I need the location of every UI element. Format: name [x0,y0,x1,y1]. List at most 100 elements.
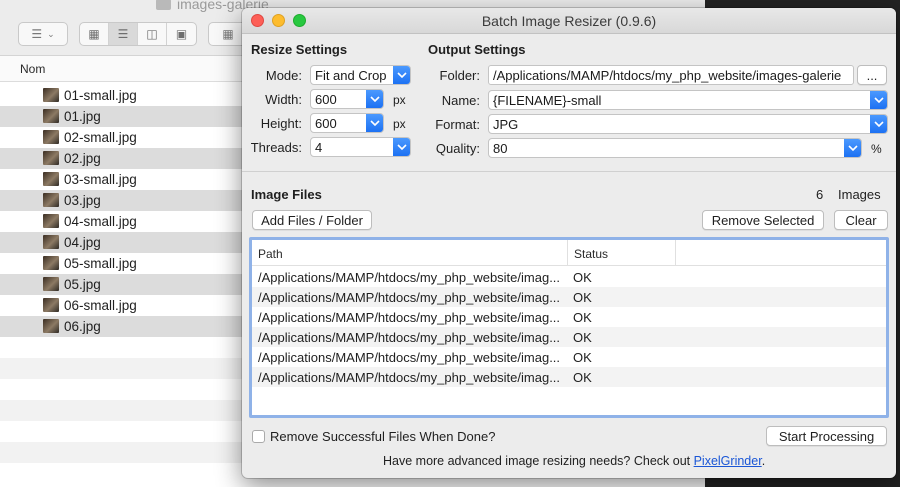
finder-file-name: 04-small.jpg [64,214,137,229]
status-column-header[interactable]: Status [568,240,676,266]
format-label: Format: [435,117,480,132]
row-path: /Applications/MAMP/htdocs/my_php_website… [258,310,561,325]
gallery-view-icon[interactable]: ▣ [167,23,196,45]
window-title: Batch Image Resizer (0.9.6) [481,13,657,29]
height-unit: px [393,117,406,131]
remove-successful-checkbox[interactable] [252,430,265,443]
footer-text: Have more advanced image resizing needs?… [383,454,694,468]
pixelgrinder-link[interactable]: PixelGrinder [694,454,762,468]
image-thumbnail-icon [43,151,59,165]
image-thumbnail-icon [43,109,59,123]
finder-file-name: 06-small.jpg [64,298,137,313]
browse-folder-button[interactable]: ... [857,65,887,85]
view-mode-segmented[interactable]: ▦ ☰ ◫ ▣ [79,22,197,46]
table-row[interactable]: /Applications/MAMP/htdocs/my_php_website… [252,327,886,347]
image-files-heading: Image Files [251,187,322,202]
list-options-button[interactable]: ☰ ⌄ [18,22,68,46]
folder-path-value: /Applications/MAMP/htdocs/my_php_website… [493,68,842,83]
image-count: 6 [816,187,824,202]
chevron-down-icon[interactable] [870,91,887,109]
batch-image-resizer-window: Batch Image Resizer (0.9.6) Resize Setti… [242,8,896,478]
threads-label: Threads: [250,140,302,155]
empty-column-header [676,240,886,266]
chevron-down-icon [393,66,410,84]
mode-label: Mode: [265,68,302,83]
chevron-down-icon: ⌄ [47,28,55,39]
row-status: OK [573,330,592,345]
width-label: Width: [265,92,302,107]
image-thumbnail-icon [43,193,59,207]
chevron-down-icon[interactable] [844,139,861,157]
height-label: Height: [260,116,302,131]
row-path: /Applications/MAMP/htdocs/my_php_website… [258,270,561,285]
table-row[interactable]: /Applications/MAMP/htdocs/my_php_website… [252,367,886,387]
width-combo[interactable]: 600 [310,89,384,109]
threads-value: 4 [315,140,323,155]
icon-view-icon[interactable]: ▦ [80,23,109,45]
row-status: OK [573,310,592,325]
format-select[interactable]: JPG [488,114,888,134]
finder-file-name: 03.jpg [64,193,101,208]
footer-end: . [761,454,766,468]
name-label: Name: [441,93,480,108]
remove-successful-label[interactable]: Remove Successful Files When Done? [270,429,495,444]
finder-file-name: 06.jpg [64,319,101,334]
image-thumbnail-icon [43,277,59,291]
image-thumbnail-icon [43,88,59,102]
quality-unit: % [871,142,882,156]
image-thumbnail-icon [43,235,59,249]
chevron-down-icon[interactable] [366,90,383,108]
folder-icon [156,0,171,10]
path-column-header[interactable]: Path [252,240,568,266]
name-value: {FILENAME}-small [493,93,602,108]
table-row[interactable]: /Applications/MAMP/htdocs/my_php_website… [252,347,886,367]
image-files-table[interactable]: Path Status /Applications/MAMP/htdocs/my… [249,237,889,418]
image-thumbnail-icon [43,319,59,333]
row-status: OK [573,290,592,305]
mode-value: Fit and Crop [315,68,387,83]
image-thumbnail-icon [43,256,59,270]
format-value: JPG [493,117,519,132]
row-path: /Applications/MAMP/htdocs/my_php_website… [258,330,561,345]
table-row[interactable]: /Applications/MAMP/htdocs/my_php_website… [252,287,886,307]
mode-select[interactable]: Fit and Crop [310,65,411,85]
finder-file-name: 02-small.jpg [64,130,137,145]
folder-field[interactable]: /Applications/MAMP/htdocs/my_php_website… [488,65,854,85]
title-bar[interactable]: Batch Image Resizer (0.9.6) [242,8,896,34]
table-row[interactable]: /Applications/MAMP/htdocs/my_php_website… [252,307,886,327]
image-thumbnail-icon [43,298,59,312]
icon-view-icon: ▦ [222,27,234,41]
column-name-header[interactable]: Nom [20,62,45,76]
row-status: OK [573,350,592,365]
row-status: OK [573,270,592,285]
image-thumbnail-icon [43,172,59,186]
add-files-folder-button[interactable]: Add Files / Folder [252,210,372,230]
row-path: /Applications/MAMP/htdocs/my_php_website… [258,290,561,305]
width-unit: px [393,93,406,107]
chevron-down-icon[interactable] [366,114,383,132]
threads-select[interactable]: 4 [310,137,411,157]
list-view-icon: ☰ [31,27,43,41]
height-combo[interactable]: 600 [310,113,384,133]
finder-file-name: 02.jpg [64,151,101,166]
image-thumbnail-icon [43,130,59,144]
folder-label: Folder: [439,68,480,83]
row-path: /Applications/MAMP/htdocs/my_php_website… [258,350,561,365]
clear-button[interactable]: Clear [834,210,888,230]
finder-file-name: 04.jpg [64,235,101,250]
name-combo[interactable]: {FILENAME}-small [488,90,888,110]
finder-file-name: 03-small.jpg [64,172,137,187]
image-thumbnail-icon [43,214,59,228]
footer-note: Have more advanced image resizing needs?… [383,454,765,468]
image-count-label: Images [838,187,881,202]
quality-label: Quality: [435,141,480,156]
quality-combo[interactable]: 80 [488,138,862,158]
start-processing-button[interactable]: Start Processing [766,426,887,446]
row-path: /Applications/MAMP/htdocs/my_php_website… [258,370,561,385]
list-view-icon[interactable]: ☰ [109,23,138,45]
column-view-icon[interactable]: ◫ [138,23,167,45]
resize-settings-heading: Resize Settings [251,42,348,57]
table-row[interactable]: /Applications/MAMP/htdocs/my_php_website… [252,267,886,287]
remove-selected-button[interactable]: Remove Selected [702,210,824,230]
chevron-down-icon [870,115,887,133]
